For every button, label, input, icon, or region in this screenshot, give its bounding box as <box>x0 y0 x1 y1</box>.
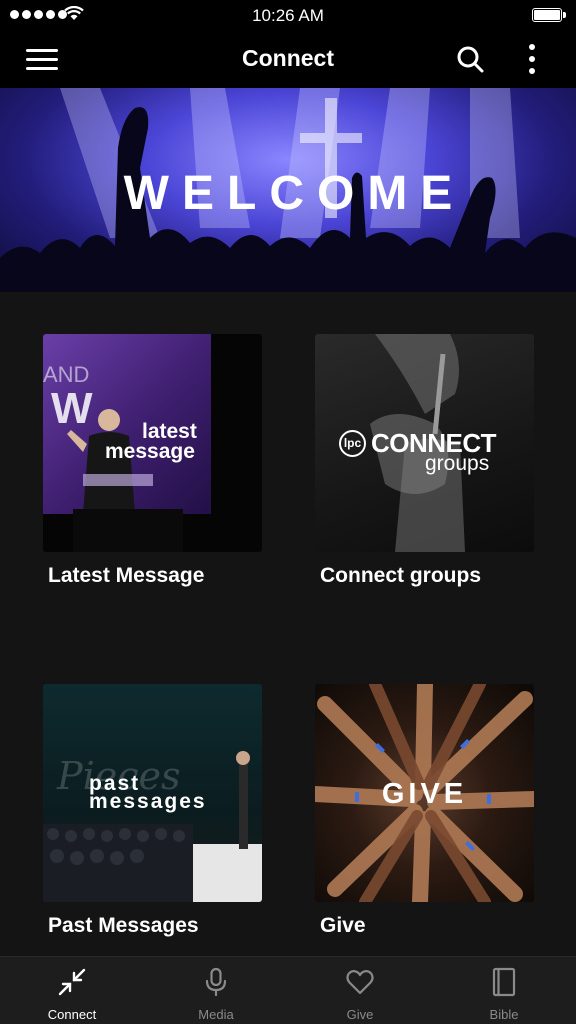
status-time: 10:26 AM <box>252 6 324 25</box>
tab-label: Bible <box>489 1007 519 1022</box>
heart-icon <box>346 970 374 995</box>
tab-connect[interactable]: Connect <box>0 957 144 1024</box>
battery-icon <box>532 8 566 22</box>
page-title: Connect <box>242 45 334 71</box>
microphone-icon <box>205 967 227 997</box>
tile-label: Give <box>320 914 366 937</box>
welcome-banner[interactable]: WELCOME <box>0 88 576 292</box>
nav-bar: Connect <box>0 30 576 88</box>
tile-label: Connect groups <box>320 564 481 587</box>
tab-label: Connect <box>47 1007 97 1022</box>
latest-message-thumbnail: AND W latest message <box>43 334 262 552</box>
give-thumbnail: GIVE <box>315 684 534 902</box>
tab-label: Give <box>346 1007 374 1022</box>
tab-bar: Connect Media Give Bible <box>0 956 576 1024</box>
tab-bible[interactable]: Bible <box>432 957 576 1024</box>
tab-label: Media <box>198 1007 234 1022</box>
banner-title: WELCOME <box>123 167 466 220</box>
thumb-caption-line-2: message <box>105 440 195 463</box>
connect-groups-thumbnail: lpc CONNECT groups <box>315 334 534 552</box>
thumb-caption-line-2: messages <box>89 790 207 813</box>
thumb-caption-line-2: groups <box>425 452 490 475</box>
status-bar: 10:26 AM <box>0 0 576 30</box>
book-icon <box>492 967 516 997</box>
tab-give[interactable]: Give <box>288 957 432 1024</box>
tile-label: Latest Message <box>48 564 205 587</box>
more-vertical-icon[interactable] <box>524 44 540 76</box>
past-messages-thumbnail: Pieces past messages <box>43 684 262 902</box>
tab-media[interactable]: Media <box>144 957 288 1024</box>
tile-label: Past Messages <box>48 914 199 937</box>
thumb-caption-line-1: GIVE <box>381 778 468 810</box>
connect-arrows-icon <box>58 968 86 996</box>
lpc-logo: lpc <box>339 430 366 457</box>
search-icon[interactable] <box>456 45 484 73</box>
